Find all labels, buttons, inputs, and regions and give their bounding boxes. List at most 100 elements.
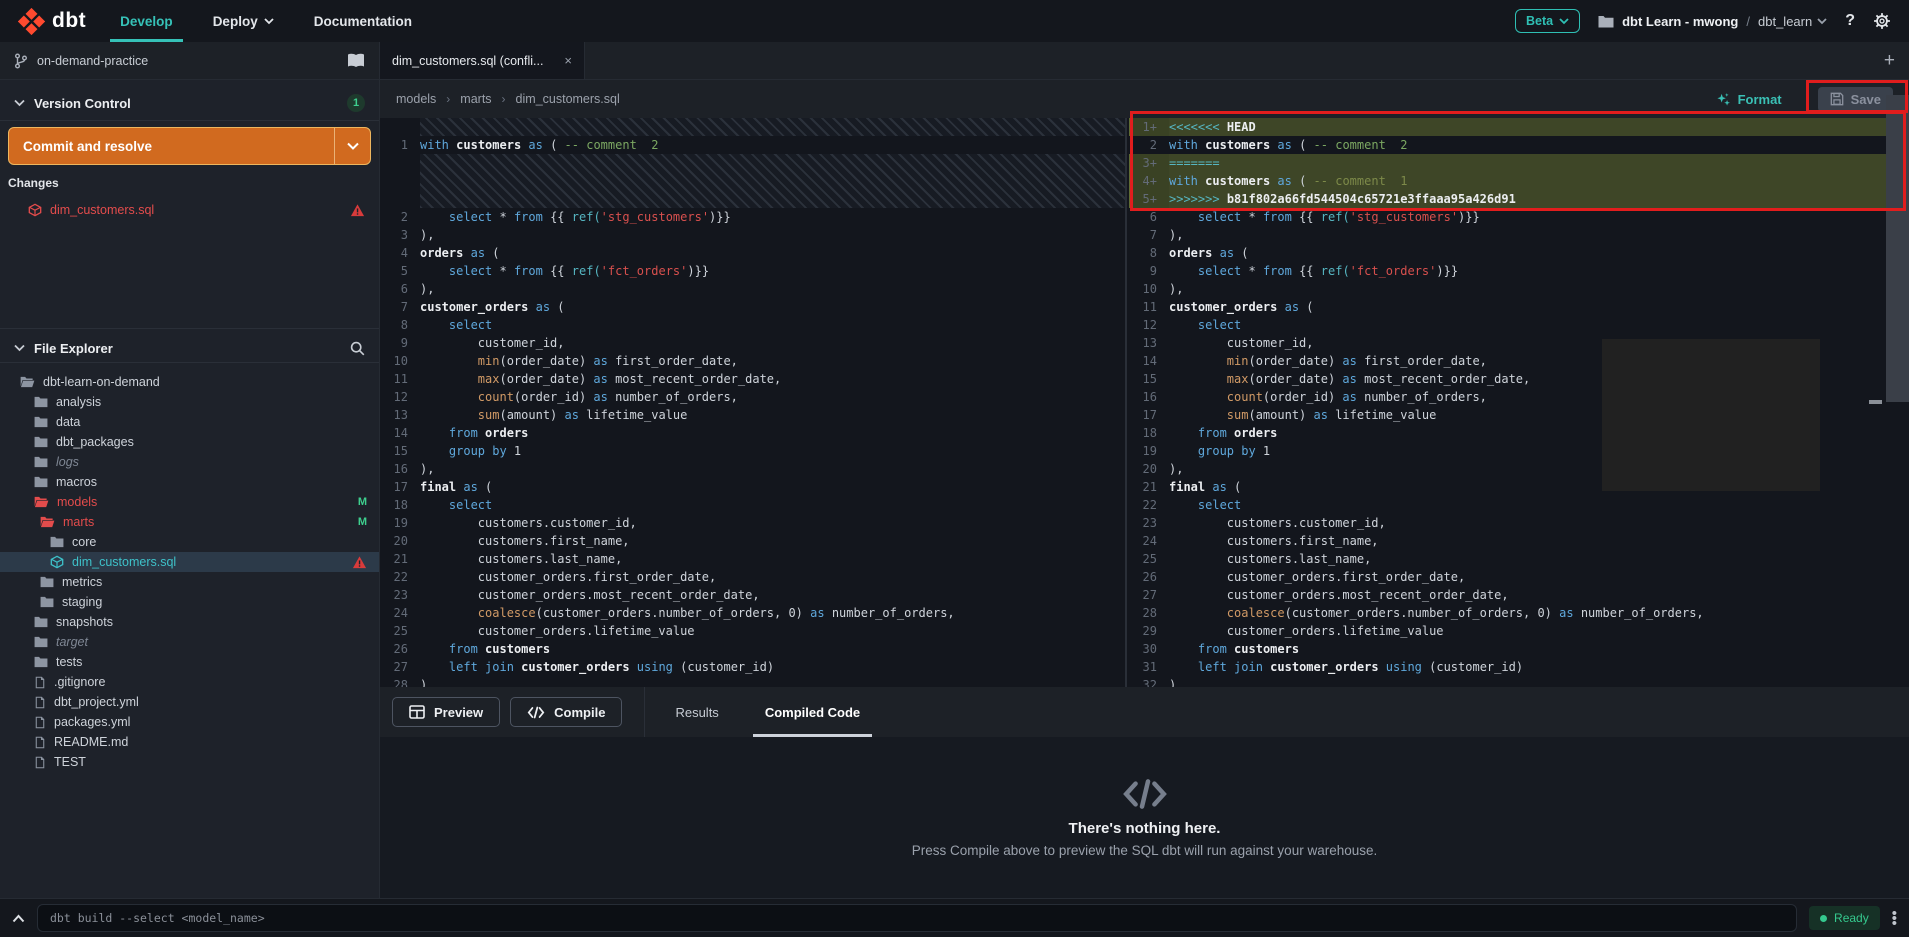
nav-deploy[interactable]: Deploy	[213, 0, 274, 42]
format-button[interactable]: Format	[1716, 92, 1782, 107]
tab-compiled-code[interactable]: Compiled Code	[749, 687, 876, 737]
code-line: 6 select * from {{ ref('stg_customers')}…	[1129, 208, 1909, 226]
code-line: 9 customer_id,	[380, 334, 1125, 352]
dbt-cloud-ide: dbt Develop Deploy Documentation Beta db…	[0, 0, 1909, 937]
close-icon[interactable]: ×	[564, 53, 572, 68]
tree-item-label: dim_customers.sql	[72, 555, 176, 569]
code-line: 11 max(order_date) as most_recent_order_…	[380, 370, 1125, 388]
line-number: 32	[1129, 676, 1169, 687]
docs-book-icon[interactable]	[347, 53, 365, 68]
code-line: 26 from customers	[380, 640, 1125, 658]
kebab-menu-icon[interactable]: •••	[1892, 911, 1897, 926]
changed-file-row[interactable]: dim_customers.sql	[0, 200, 379, 220]
code-line: 1+<<<<<<< HEAD	[1129, 118, 1909, 136]
code-line: 28)	[380, 676, 1125, 687]
folder-open-icon	[20, 376, 35, 388]
folder-icon	[34, 476, 48, 488]
environment-dropdown[interactable]: dbt_learn	[1758, 14, 1827, 29]
file-explorer-header[interactable]: File Explorer	[0, 335, 379, 361]
save-button[interactable]: Save	[1818, 87, 1893, 112]
search-icon[interactable]	[350, 341, 365, 356]
command-bar: Ready •••	[0, 898, 1909, 937]
tree-item-label: staging	[62, 595, 102, 609]
project-name[interactable]: dbt Learn - mwong	[1622, 14, 1738, 29]
line-number: 22	[380, 568, 420, 586]
beta-dropdown[interactable]: Beta	[1515, 9, 1580, 33]
line-number: 4	[380, 244, 420, 262]
line-number: 4+	[1129, 172, 1169, 190]
tab-results[interactable]: Results	[659, 687, 734, 737]
line-number: 22	[1129, 496, 1169, 514]
editor-scrollbar-thumb[interactable]	[1886, 95, 1909, 402]
line-number: 10	[380, 352, 420, 370]
tree-item-macros[interactable]: macros	[0, 472, 379, 492]
commit-and-resolve-button[interactable]: Commit and resolve	[8, 127, 371, 165]
code-line: 24 customers.first_name,	[1129, 532, 1909, 550]
tree-item-dbt_packages[interactable]: dbt_packages	[0, 432, 379, 452]
tree-item-models[interactable]: modelsM	[0, 492, 379, 512]
tree-item-label: tests	[56, 655, 82, 669]
line-number: 7	[1129, 226, 1169, 244]
tree-item-snapshots[interactable]: snapshots	[0, 612, 379, 632]
preview-button[interactable]: Preview	[392, 697, 500, 727]
commit-options-caret[interactable]	[334, 128, 370, 164]
tree-item-packages.yml[interactable]: packages.yml	[0, 712, 379, 732]
tree-item-metrics[interactable]: metrics	[0, 572, 379, 592]
tab-dim-customers[interactable]: dim_customers.sql (confli... ×	[380, 42, 585, 79]
line-number: 14	[1129, 352, 1169, 370]
file-icon	[34, 716, 46, 729]
status-badge[interactable]: Ready	[1809, 906, 1880, 930]
dbt-logo-text: dbt	[52, 9, 86, 33]
tree-item-dbt-learn-on-demand[interactable]: dbt-learn-on-demand	[0, 372, 379, 392]
gear-icon[interactable]	[1873, 12, 1891, 30]
tree-item-tests[interactable]: tests	[0, 652, 379, 672]
tree-item-dim_customers.sql[interactable]: dim_customers.sql	[0, 552, 379, 572]
tree-item-target[interactable]: target	[0, 632, 379, 652]
version-control-header[interactable]: Version Control 1	[0, 90, 379, 116]
tree-item-staging[interactable]: staging	[0, 592, 379, 612]
tree-item-data[interactable]: data	[0, 412, 379, 432]
nav-documentation[interactable]: Documentation	[314, 0, 412, 42]
dbt-logo[interactable]: dbt	[18, 8, 86, 35]
breadcrumb-marts[interactable]: marts	[460, 92, 491, 106]
folder-icon	[40, 576, 54, 588]
tree-item-analysis[interactable]: analysis	[0, 392, 379, 412]
breadcrumb-separator: ›	[502, 92, 506, 106]
chevron-up-icon[interactable]	[12, 914, 25, 923]
breadcrumb-file[interactable]: dim_customers.sql	[516, 92, 620, 106]
table-grid-icon	[409, 705, 425, 719]
new-tab-button[interactable]: +	[1870, 50, 1909, 72]
compile-button[interactable]: Compile	[510, 697, 622, 727]
code-line: 7customer_orders as (	[380, 298, 1125, 316]
breadcrumb-models[interactable]: models	[396, 92, 436, 106]
collapsed-diff-region	[420, 118, 1125, 136]
code-icon	[1122, 778, 1168, 810]
nav-develop[interactable]: Develop	[120, 0, 173, 42]
command-input[interactable]	[37, 904, 1797, 932]
code-line: 25 customers.last_name,	[1129, 550, 1909, 568]
redaction-overlay	[1602, 339, 1820, 491]
editor-pane-current[interactable]: 1with customers as ( -- comment 22 selec…	[380, 118, 1127, 687]
line-number: 12	[1129, 316, 1169, 334]
tree-item-label: target	[56, 635, 88, 649]
tree-item-logs[interactable]: logs	[0, 452, 379, 472]
tree-item-marts[interactable]: martsM	[0, 512, 379, 532]
tree-item-TEST[interactable]: TEST	[0, 752, 379, 772]
line-number: 3	[380, 226, 420, 244]
code-line: 5+>>>>>>> b81f802a66fd544504c65721e3ffaa…	[1129, 190, 1909, 208]
branch-name[interactable]: on-demand-practice	[37, 54, 148, 68]
chevron-down-icon	[1817, 18, 1827, 25]
help-icon[interactable]: ?	[1845, 12, 1855, 30]
tree-item-core[interactable]: core	[0, 532, 379, 552]
code-line: 27 left join customer_orders using (cust…	[380, 658, 1125, 676]
line-number: 26	[380, 640, 420, 658]
tree-item-label: macros	[56, 475, 97, 489]
line-number: 1+	[1129, 118, 1169, 136]
tree-item-README.md[interactable]: README.md	[0, 732, 379, 752]
tree-item-label: metrics	[62, 575, 102, 589]
file-explorer-title: File Explorer	[34, 341, 113, 356]
tree-item-dbt_project.yml[interactable]: dbt_project.yml	[0, 692, 379, 712]
sidebar: Version Control 1 Commit and resolve Cha…	[0, 80, 380, 898]
line-number: 6	[1129, 208, 1169, 226]
tree-item-.gitignore[interactable]: .gitignore	[0, 672, 379, 692]
